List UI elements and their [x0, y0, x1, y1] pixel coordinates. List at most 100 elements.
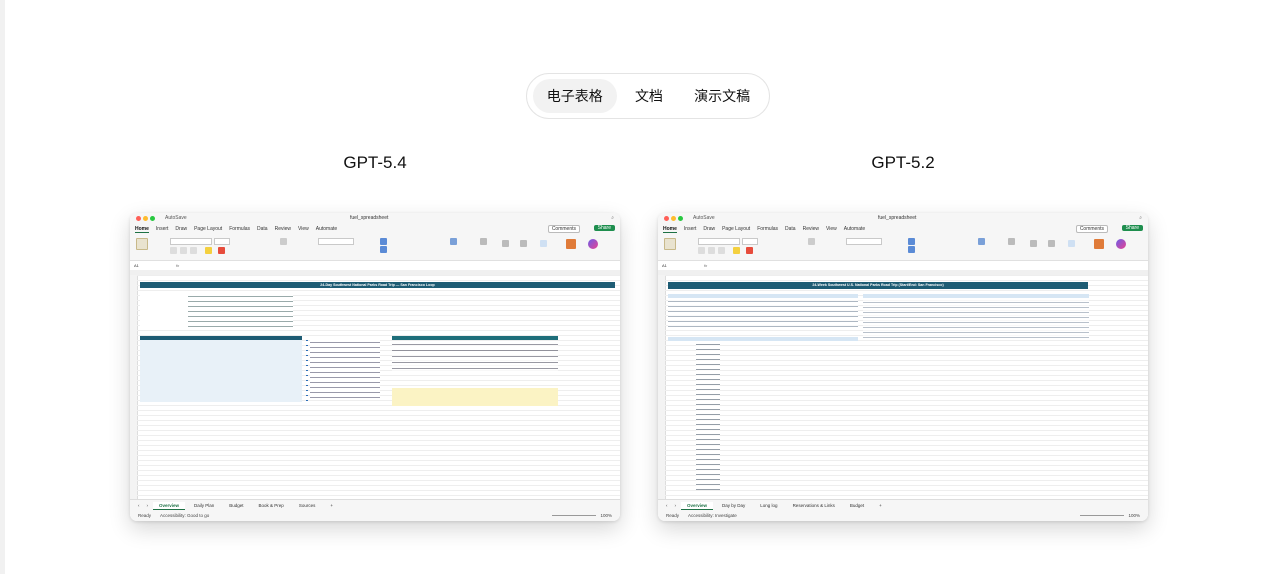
menu-view[interactable]: View — [826, 226, 837, 232]
menu-formulas[interactable]: Formulas — [757, 226, 778, 232]
sensitivity-icon[interactable] — [540, 240, 547, 247]
menu-data[interactable]: Data — [785, 226, 796, 232]
menu-view[interactable]: View — [298, 226, 309, 232]
align-icon[interactable] — [808, 238, 815, 245]
font-color-icon[interactable] — [218, 247, 225, 254]
menu-data[interactable]: Data — [257, 226, 268, 232]
name-box[interactable]: A1 — [662, 263, 667, 268]
tab-document[interactable]: 文档 — [619, 79, 680, 113]
sheet-tab-day-by-day[interactable]: Day by Day — [716, 502, 751, 509]
menu-review[interactable]: Review — [803, 226, 819, 232]
zoom-level[interactable]: 100% — [600, 513, 612, 518]
search-icon[interactable]: ⌕ — [1139, 215, 1142, 221]
add-sheet-icon[interactable]: + — [873, 502, 888, 509]
number-format-select[interactable] — [318, 238, 354, 245]
fill-color-icon[interactable] — [733, 247, 740, 254]
function-icon[interactable]: fx — [176, 263, 179, 268]
search-icon[interactable]: ⌕ — [611, 215, 614, 221]
format-as-table-icon[interactable] — [380, 246, 387, 253]
sum-icon[interactable] — [1008, 238, 1015, 245]
paste-icon[interactable] — [664, 238, 676, 250]
conditional-formatting-icon[interactable] — [380, 238, 387, 245]
add-ins-icon[interactable] — [1094, 239, 1104, 249]
bold-icon[interactable] — [170, 247, 177, 254]
menu-draw[interactable]: Draw — [703, 226, 715, 232]
zoom-slider[interactable] — [1080, 515, 1124, 516]
sheet-tab-budget[interactable]: Budget — [844, 502, 870, 509]
paste-icon[interactable] — [136, 238, 148, 250]
zoom-level[interactable]: 100% — [1128, 513, 1140, 518]
underline-icon[interactable] — [718, 247, 725, 254]
menu-insert[interactable]: Insert — [156, 226, 169, 232]
fill-color-icon[interactable] — [205, 247, 212, 254]
italic-icon[interactable] — [180, 247, 187, 254]
underline-icon[interactable] — [190, 247, 197, 254]
sheet-tab-book-prep[interactable]: Book & Prep — [253, 502, 290, 509]
sheet-tab-long-log[interactable]: Long log — [754, 502, 783, 509]
menu-draw[interactable]: Draw — [175, 226, 187, 232]
sheet-tab-overview[interactable]: Overview — [153, 501, 186, 510]
menu-formulas[interactable]: Formulas — [229, 226, 250, 232]
next-sheet-icon[interactable]: › — [673, 502, 679, 509]
minimize-icon[interactable] — [671, 216, 676, 221]
insert-icon[interactable] — [978, 238, 985, 245]
italic-icon[interactable] — [708, 247, 715, 254]
number-format-select[interactable] — [846, 238, 882, 245]
menu-home[interactable]: Home — [135, 226, 149, 233]
menu-insert[interactable]: Insert — [684, 226, 697, 232]
menu-page-layout[interactable]: Page Layout — [722, 226, 750, 232]
spreadsheet-grid[interactable]: 24-Day Southwest National Parks Road Tri… — [130, 270, 620, 499]
bold-icon[interactable] — [698, 247, 705, 254]
format-as-table-icon[interactable] — [908, 246, 915, 253]
add-sheet-icon[interactable]: + — [324, 502, 339, 509]
sort-filter-icon[interactable] — [502, 240, 509, 247]
copilot-icon[interactable] — [1116, 239, 1126, 249]
font-name-select[interactable] — [698, 238, 740, 245]
accessibility-status[interactable]: Accessibility: Investigate — [688, 513, 737, 518]
share-button[interactable]: Share — [593, 225, 615, 231]
close-icon[interactable] — [664, 216, 669, 221]
font-size-select[interactable] — [214, 238, 230, 245]
font-size-select[interactable] — [742, 238, 758, 245]
tab-presentation[interactable]: 演示文稿 — [681, 79, 763, 113]
comments-button[interactable]: Comments — [1075, 225, 1108, 233]
sum-icon[interactable] — [480, 238, 487, 245]
spreadsheet-grid[interactable]: 24-Week Southwest U.S. National Parks Ro… — [658, 270, 1148, 499]
prev-sheet-icon[interactable]: ‹ — [136, 502, 142, 509]
sheet-tab-sources[interactable]: Sources — [293, 502, 322, 509]
tab-spreadsheet[interactable]: 电子表格 — [533, 79, 617, 113]
align-icon[interactable] — [280, 238, 287, 245]
font-name-select[interactable] — [170, 238, 212, 245]
find-select-icon[interactable] — [1048, 240, 1055, 247]
zoom-slider[interactable] — [552, 515, 596, 516]
maximize-icon[interactable] — [678, 216, 683, 221]
menu-automate[interactable]: Automate — [844, 226, 865, 232]
conditional-formatting-icon[interactable] — [908, 238, 915, 245]
insert-icon[interactable] — [450, 238, 457, 245]
sort-filter-icon[interactable] — [1030, 240, 1037, 247]
font-color-icon[interactable] — [746, 247, 753, 254]
menu-automate[interactable]: Automate — [316, 226, 337, 232]
sensitivity-icon[interactable] — [1068, 240, 1075, 247]
share-button[interactable]: Share — [1121, 225, 1143, 231]
comments-button[interactable]: Comments — [547, 225, 580, 233]
sheet-tab-reservations[interactable]: Reservations & Links — [787, 502, 841, 509]
screenshot-card-left[interactable]: AutoSave fuel_spreadsheet ⌕ Home Insert … — [130, 213, 620, 521]
screenshot-card-right[interactable]: AutoSave fuel_spreadsheet ⌕ Home Insert … — [658, 213, 1148, 521]
find-select-icon[interactable] — [520, 240, 527, 247]
copilot-icon[interactable] — [588, 239, 598, 249]
add-ins-icon[interactable] — [566, 239, 576, 249]
sheet-tab-daily-plan[interactable]: Daily Plan — [188, 502, 220, 509]
maximize-icon[interactable] — [150, 216, 155, 221]
accessibility-status[interactable]: Accessibility: Good to go — [160, 513, 209, 518]
close-icon[interactable] — [136, 216, 141, 221]
menu-home[interactable]: Home — [663, 226, 677, 233]
prev-sheet-icon[interactable]: ‹ — [664, 502, 670, 509]
function-icon[interactable]: fx — [704, 263, 707, 268]
next-sheet-icon[interactable]: › — [145, 502, 151, 509]
menu-review[interactable]: Review — [275, 226, 291, 232]
sheet-tab-overview[interactable]: Overview — [681, 501, 714, 510]
minimize-icon[interactable] — [143, 216, 148, 221]
sheet-tab-budget[interactable]: Budget — [223, 502, 249, 509]
menu-page-layout[interactable]: Page Layout — [194, 226, 222, 232]
